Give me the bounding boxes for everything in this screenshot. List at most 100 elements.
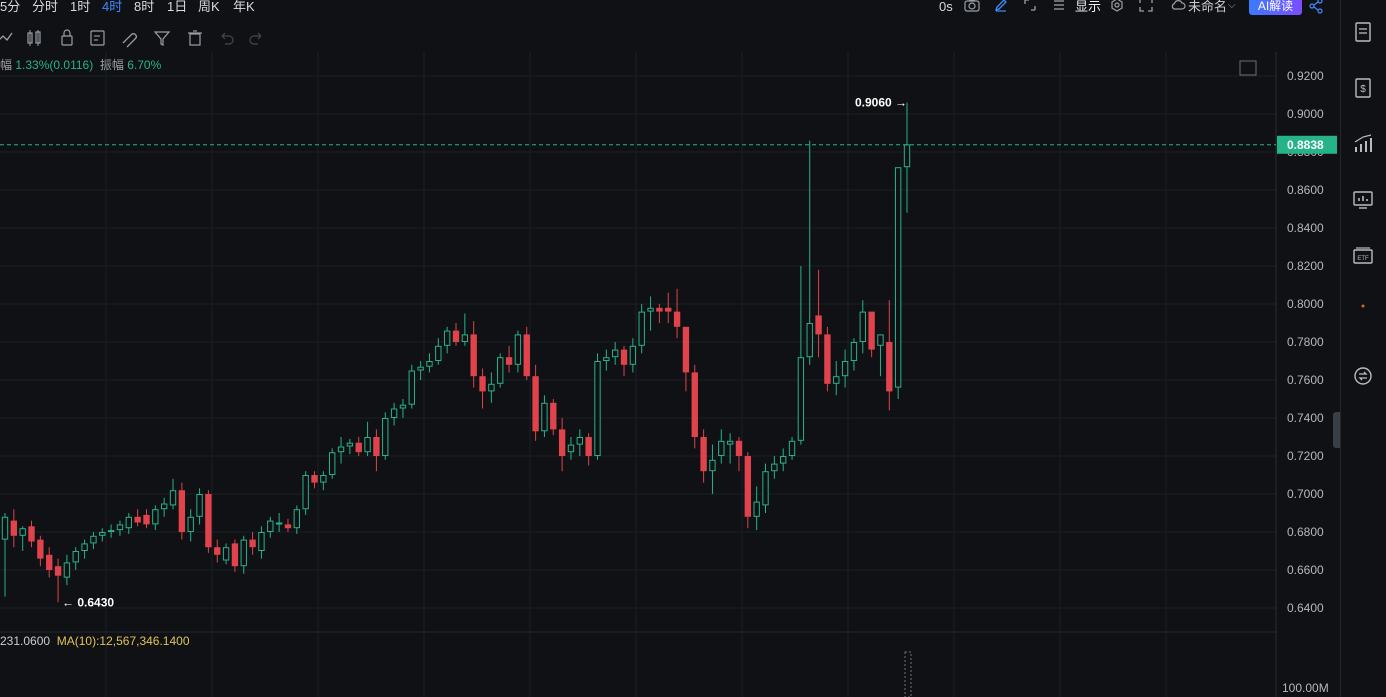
- candlestick-tool-icon[interactable]: [24, 27, 46, 49]
- candle-body: [788, 440, 796, 456]
- share-icon[interactable]: [1308, 0, 1324, 18]
- candle-body: [169, 490, 177, 506]
- candle-body: [744, 456, 752, 517]
- candle-body: [134, 516, 141, 523]
- countdown: 0s: [939, 0, 953, 14]
- candle-body: [488, 383, 495, 392]
- note-edit-icon[interactable]: [87, 27, 109, 49]
- candle-body: [81, 543, 88, 551]
- trash-icon[interactable]: [184, 27, 206, 49]
- timeframe-1h[interactable]: 1时: [70, 0, 90, 16]
- pencil-icon[interactable]: [994, 0, 1008, 16]
- y-axis-tick-label: 0.8400: [1287, 221, 1324, 235]
- y-axis-tick-label: 0.8200: [1287, 259, 1324, 273]
- bar-chart-icon[interactable]: [1351, 132, 1375, 156]
- candle-body: [665, 307, 672, 312]
- candle-body: [107, 530, 115, 533]
- split-view-icon[interactable]: [1023, 0, 1037, 16]
- y-axis-tick-label: 0.7400: [1287, 411, 1324, 425]
- swap-icon[interactable]: [1351, 364, 1375, 388]
- timeframe-timeshare[interactable]: 分时: [32, 0, 58, 16]
- candle-body: [355, 442, 362, 453]
- candle-body: [585, 437, 592, 456]
- y-axis-tick-label: 0.7800: [1287, 335, 1324, 349]
- layout-name[interactable]: 未命名: [1188, 0, 1227, 16]
- candle-body: [284, 524, 292, 529]
- timeframe-5m[interactable]: 5分: [0, 0, 20, 16]
- candle-body: [382, 418, 389, 456]
- filter-icon[interactable]: [151, 27, 173, 49]
- candle-body: [116, 524, 124, 531]
- candle-body: [125, 516, 132, 529]
- monitor-chart-icon[interactable]: [1351, 188, 1375, 212]
- candle-body: [222, 547, 230, 561]
- y-axis-tick-label: 0.8600: [1287, 183, 1324, 197]
- candle-body: [452, 330, 460, 342]
- candle-body: [249, 539, 256, 548]
- candle-body: [408, 370, 415, 405]
- candle-body: [497, 357, 504, 384]
- candle-body: [718, 440, 725, 456]
- etf-icon[interactable]: ETF: [1351, 244, 1375, 268]
- candle-body: [550, 402, 557, 430]
- timeframe-8h[interactable]: 8时: [134, 0, 154, 16]
- candlestick-chart[interactable]: 0.92000.90000.88000.86000.84000.82000.80…: [0, 52, 1340, 697]
- candle-body: [143, 514, 150, 525]
- candle-body: [523, 334, 530, 377]
- magnet-icon[interactable]: [118, 27, 140, 49]
- candle-body: [346, 442, 354, 447]
- display-menu[interactable]: 显示: [1075, 0, 1101, 16]
- timeframe-4h[interactable]: 4时: [102, 0, 122, 16]
- timeframe-week[interactable]: 周K: [198, 0, 220, 16]
- candle-body: [293, 509, 301, 529]
- ai-interpret-button[interactable]: AI解读: [1249, 0, 1302, 15]
- candle-body: [152, 509, 159, 525]
- candle-body: [833, 376, 840, 384]
- candle-body: [603, 357, 610, 362]
- svg-text:$: $: [1360, 84, 1366, 95]
- candle-body: [187, 516, 194, 532]
- candle-body: [673, 311, 681, 327]
- volume-bar: [904, 651, 912, 697]
- candle-body: [576, 437, 583, 445]
- candle-body: [877, 334, 884, 346]
- candle-body: [337, 446, 345, 453]
- svg-text:ETF: ETF: [1357, 256, 1369, 262]
- chevron-down-icon[interactable]: ⌵: [1228, 0, 1236, 14]
- document-icon[interactable]: [1351, 20, 1375, 44]
- cloud-icon: [1170, 0, 1186, 16]
- candle-body: [620, 349, 628, 365]
- y-axis-tick-label: 0.8000: [1287, 297, 1324, 311]
- candle-body: [19, 528, 26, 536]
- candle-body: [214, 547, 221, 555]
- volume-ma-label: MA(10):12,567,346.1400: [56, 634, 190, 648]
- candle-body: [63, 562, 71, 578]
- candle-body: [196, 494, 203, 517]
- candle-body: [10, 520, 18, 536]
- timeframe-year[interactable]: 年K: [233, 0, 255, 16]
- candle-body: [54, 566, 62, 576]
- undo-icon[interactable]: [215, 27, 237, 49]
- candle-body: [797, 357, 805, 441]
- candle-body: [302, 475, 309, 510]
- candle-body: [364, 437, 371, 453]
- lock-icon[interactable]: [56, 27, 78, 49]
- dollar-document-icon[interactable]: $: [1351, 76, 1375, 100]
- low-price-label: ← 0.6430: [62, 595, 114, 609]
- camera-icon[interactable]: [964, 0, 980, 16]
- y-axis-tick-label: 0.7600: [1287, 373, 1324, 387]
- candle-body: [647, 307, 654, 312]
- candle-body: [426, 361, 433, 367]
- fullscreen-icon[interactable]: [1139, 0, 1153, 16]
- settings-list-icon[interactable]: [1052, 0, 1066, 16]
- redo-icon[interactable]: [246, 27, 268, 49]
- panel-collapse-handle[interactable]: [1333, 412, 1340, 448]
- candle-body: [435, 345, 442, 361]
- timeframe-1d[interactable]: 1日: [167, 0, 187, 16]
- candle-body: [479, 376, 486, 392]
- candle-body: [373, 437, 380, 456]
- notification-dot-icon: [1351, 294, 1375, 318]
- candle-body: [390, 408, 398, 418]
- trendline-tool-icon[interactable]: [0, 27, 16, 49]
- gear-icon[interactable]: [1110, 0, 1124, 16]
